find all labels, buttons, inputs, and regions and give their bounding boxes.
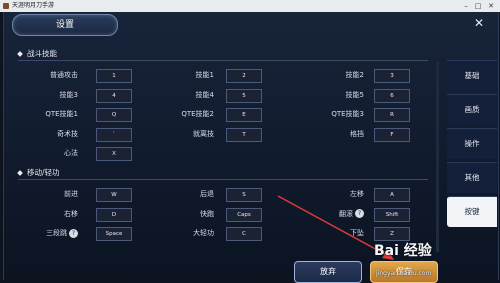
keybind-label-text: QTE技能2 (181, 110, 214, 118)
side-tab-controls[interactable]: 操作 (447, 128, 497, 159)
keybind-label-text: 就离技 (193, 129, 214, 138)
keybind-button[interactable]: 1 (96, 69, 132, 83)
keybind-label: 技能5 (304, 89, 364, 101)
keybind-label: QTE技能3 (304, 108, 364, 120)
keybind-button[interactable]: Caps (226, 207, 262, 222)
keybind-button[interactable]: 2 (226, 69, 262, 83)
keybind-label-text: 快跑 (200, 209, 214, 218)
keybind-label-text: QTE技能3 (331, 110, 364, 118)
keybind-label: 右移 (18, 208, 78, 220)
settings-panel: 设置 ✕ 战斗技能 普通攻击 1 技能1 2 技能2 3 技能3 4 技能4 5 技能5 6 QTE技能… (3, 12, 499, 283)
keybind-button[interactable]: E (226, 108, 262, 122)
scrollbar[interactable] (436, 62, 439, 252)
keybind-button[interactable]: ` (96, 127, 132, 142)
section-combat-label: 战斗技能 (27, 49, 57, 58)
settings-side-menu: 基础 画质 操作 其他 按键 (447, 60, 497, 230)
app-icon (3, 3, 9, 9)
section-move-label: 移动/轻功 (27, 168, 60, 177)
keybind-label: 大轻功 (154, 227, 214, 239)
watermark-brand: Bai 经验 (374, 243, 432, 259)
diamond-icon (17, 170, 23, 176)
keybind-button[interactable]: 4 (96, 88, 132, 103)
diamond-icon (17, 51, 23, 57)
keybind-button[interactable]: 5 (226, 88, 262, 103)
keybind-button[interactable]: D (96, 207, 132, 222)
minimize-icon[interactable]: – (460, 0, 472, 12)
keybind-button[interactable]: W (96, 188, 132, 202)
side-tab-graphics[interactable]: 画质 (447, 94, 497, 125)
maximize-icon[interactable]: □ (472, 0, 484, 12)
section-move-title: 移动/轻功 (17, 167, 60, 178)
keybind-label: 技能1 (154, 69, 214, 81)
annotation-arrow-icon (277, 195, 394, 260)
keybind-label-text: 技能5 (345, 90, 364, 99)
keybind-label: 快跑 (154, 208, 214, 220)
keybind-label: 后退 (154, 188, 214, 200)
cancel-button[interactable]: 放弃 (294, 261, 362, 283)
keybind-label-text: 前进 (64, 190, 78, 198)
keybind-button[interactable]: F (374, 127, 410, 142)
keybind-label-text: 奇术技 (57, 129, 78, 138)
keybind-label-text: 技能2 (345, 71, 364, 79)
window-titlebar: 天涯明月刀手游 – □ ✕ (0, 0, 500, 12)
keybind-label-text: 技能1 (195, 71, 214, 79)
keybind-label-text: 心法 (64, 149, 78, 157)
window-close-icon[interactable]: ✕ (485, 0, 497, 12)
keybind-button[interactable]: R (374, 108, 410, 122)
page-title: 设置 (12, 14, 118, 36)
side-tab-other[interactable]: 其他 (447, 162, 497, 193)
divider (18, 60, 428, 61)
keybind-label: 三段跳? (18, 227, 78, 239)
watermark-url: jingyan.baidu.com (376, 270, 432, 277)
help-icon[interactable]: ? (69, 228, 78, 238)
keybind-label-text: 普通攻击 (50, 71, 78, 79)
keybind-label-text: 右移 (64, 209, 78, 218)
keybind-label: 普通攻击 (18, 69, 78, 81)
keybind-label: 技能2 (304, 69, 364, 81)
keybind-label: 技能3 (18, 89, 78, 101)
section-combat-title: 战斗技能 (17, 48, 57, 59)
keybind-label-text: QTE技能1 (45, 110, 78, 118)
keybind-button[interactable]: 6 (374, 88, 410, 103)
keybind-label-text: 大轻功 (193, 229, 214, 237)
keybind-label: 奇术技 (18, 128, 78, 140)
divider (18, 179, 428, 180)
side-tab-keys[interactable]: 按键 (447, 196, 497, 227)
keybind-button[interactable]: T (226, 127, 262, 142)
keybind-label: QTE技能1 (18, 108, 78, 120)
keybind-label-text: 三段跳 (46, 229, 67, 237)
keybind-label-text: 技能4 (195, 90, 214, 99)
keybind-label: 心法 (18, 147, 78, 159)
keybind-button[interactable]: Q (96, 108, 132, 122)
keybind-label: 格挡 (304, 128, 364, 140)
keybind-button[interactable]: 3 (374, 69, 410, 83)
keybind-label-text: 格挡 (350, 129, 364, 138)
keybind-button[interactable]: S (226, 188, 262, 202)
keybind-button[interactable]: Space (96, 227, 132, 241)
keybind-button[interactable]: X (96, 147, 132, 161)
side-tab-basic[interactable]: 基础 (447, 60, 497, 91)
keybind-label: 技能4 (154, 89, 214, 101)
keybind-button[interactable]: C (226, 227, 262, 241)
keybind-label-text: 后退 (200, 190, 214, 198)
keybind-label: 前进 (18, 188, 78, 200)
close-icon[interactable]: ✕ (472, 16, 486, 30)
keybind-label: 就离技 (154, 128, 214, 140)
keybind-label: QTE技能2 (154, 108, 214, 120)
window-title: 天涯明月刀手游 (12, 2, 55, 9)
keybind-label-text: 技能3 (59, 90, 78, 99)
